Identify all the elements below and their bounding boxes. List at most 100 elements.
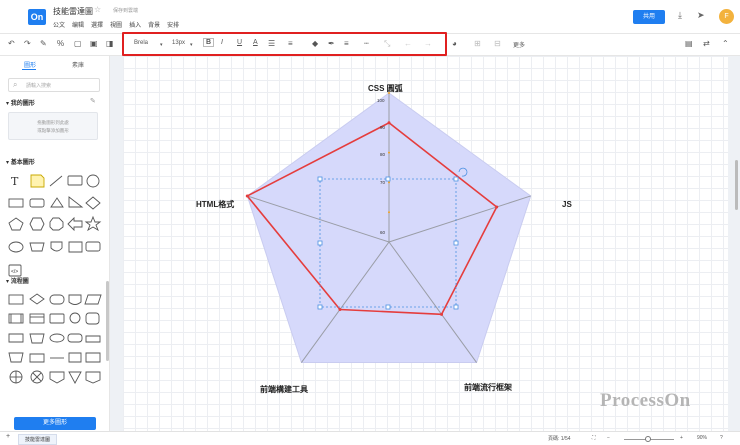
offpage-ref-icon <box>49 371 65 384</box>
rect-shape-icon <box>8 198 24 208</box>
shape-sidebar: 圖形 素庫 ⌕ 請輸入搜索 ▾ 我的圖形 ✎ 拖動圖形到此處 或點擊添加圖形 ▾… <box>0 56 110 431</box>
settings-icon[interactable]: ⇄ <box>703 39 710 48</box>
rounded-rect-shape-icon <box>29 198 45 208</box>
sidebar-scrollbar[interactable] <box>106 281 109 361</box>
menu-item-file[interactable]: 公文 <box>53 20 65 29</box>
card-icon <box>8 333 24 343</box>
download-icon[interactable]: ⤓ <box>678 10 682 21</box>
border-icon[interactable]: ▢ <box>74 39 82 48</box>
selection-handle-4 <box>317 240 323 246</box>
undo-icon[interactable]: ↶ <box>8 39 15 48</box>
axis-label-build-tools: 前端構建工具 <box>260 385 308 394</box>
format-painter-icon[interactable]: ✎ <box>40 39 47 48</box>
tape-icon <box>85 335 101 343</box>
menu-item-background[interactable]: 背景 <box>148 20 160 29</box>
document-icon <box>68 294 82 305</box>
radar-chart[interactable] <box>123 56 728 431</box>
tab-shapes[interactable]: 圖形 <box>24 60 36 69</box>
theme-icon[interactable]: ◕ <box>452 39 457 48</box>
clear-format-icon[interactable]: % <box>57 39 64 48</box>
menu-item-select[interactable]: 選擇 <box>91 20 103 29</box>
section-my-shapes[interactable]: ▾ 我的圖形 <box>6 98 35 107</box>
flowchart-shapes-grid[interactable] <box>6 292 104 386</box>
axis-label-html: HTML格式 <box>196 200 235 209</box>
zoom-out-icon[interactable]: − <box>607 435 610 441</box>
tab-library[interactable]: 素庫 <box>72 60 84 69</box>
star-icon[interactable]: ☆ <box>94 5 101 14</box>
radar-point-1 <box>495 205 499 209</box>
selection-handle-5 <box>453 240 459 246</box>
dropzone-hint-2: 或點擊添加圖形 <box>37 128 69 133</box>
basic-shapes-grid[interactable]: T </> <box>6 172 104 286</box>
selection-handle-2 <box>317 304 323 310</box>
menu-item-insert[interactable]: 插入 <box>129 20 141 29</box>
trapezoid-icon <box>8 352 24 363</box>
section-flowchart[interactable]: ▾ 流程圖 <box>6 276 29 285</box>
process-shape-icon <box>85 241 101 252</box>
section-basic-shapes[interactable]: ▾ 基本圖形 <box>6 157 35 166</box>
dropzone-hint-1: 拖動圖形到此處 <box>37 120 69 125</box>
page-tab[interactable]: 技能雷達圖 <box>18 434 58 445</box>
drawing-canvas[interactable] <box>123 56 728 431</box>
diamond-shape-icon <box>85 196 101 210</box>
tab-indicator <box>22 69 36 70</box>
more-shapes-button[interactable]: 更多圖形 <box>14 417 96 430</box>
arrow-shape-icon <box>67 216 83 232</box>
shape-search-input[interactable]: ⌕ 請輸入搜索 <box>8 78 100 92</box>
radar-point-3 <box>338 308 342 312</box>
send-icon[interactable]: ➤ <box>697 10 705 21</box>
distribute-icon[interactable]: ⊞ <box>474 39 481 48</box>
share-button[interactable]: 共用 <box>633 10 665 24</box>
edit-icon[interactable]: ✎ <box>90 97 96 105</box>
zoom-slider-handle[interactable] <box>645 436 651 442</box>
my-shapes-dropzone[interactable]: 拖動圖形到此處 或點擊添加圖形 <box>8 112 98 140</box>
fill-icon[interactable]: ◨ <box>106 39 114 48</box>
zoom-level: 90% <box>697 435 708 441</box>
redo-icon[interactable]: ↷ <box>24 39 31 48</box>
processon-logo[interactable]: On <box>28 9 46 25</box>
help-icon[interactable]: ? <box>720 435 723 441</box>
display-icon <box>67 333 83 343</box>
process-icon <box>8 294 24 305</box>
svg-text:</>: </> <box>11 269 18 275</box>
menu-item-view[interactable]: 視圖 <box>110 20 122 29</box>
section-basic-shapes-label: 基本圖形 <box>10 160 35 166</box>
tick-label-90: 90 <box>380 125 386 130</box>
tick-mark-0 <box>388 211 390 214</box>
menu-item-edit[interactable]: 编辑 <box>72 20 84 29</box>
storage-icon <box>85 352 101 363</box>
star-shape-icon <box>84 215 102 232</box>
section-my-shapes-label: 我的圖形 <box>10 101 35 107</box>
manual-op-icon <box>49 313 65 324</box>
pentagon-shape-icon <box>8 217 24 231</box>
image-icon[interactable]: ▣ <box>90 39 98 48</box>
data-icon <box>84 294 102 305</box>
fit-icon[interactable]: ⛶ <box>592 435 596 441</box>
line-shape-icon <box>49 175 63 187</box>
tick-mark-1 <box>388 181 390 184</box>
selection-handle-3 <box>453 304 459 310</box>
hexagon-shape-icon <box>29 217 45 231</box>
selection-handle-1 <box>453 176 459 182</box>
search-placeholder: 請輸入搜索 <box>26 83 52 89</box>
add-page-button[interactable]: + <box>6 433 10 440</box>
zoom-in-icon[interactable]: + <box>680 435 683 441</box>
octagon-shape-icon <box>49 217 64 231</box>
selection-handle-6 <box>385 176 391 182</box>
radar-point-2 <box>440 312 444 316</box>
document-title[interactable]: 技能雷達圖 <box>53 6 93 17</box>
menu-item-arrange[interactable]: 安排 <box>167 20 179 29</box>
group-icon[interactable]: ⊟ <box>494 39 501 48</box>
canvas-scrollbar[interactable] <box>735 160 738 210</box>
page-info: 頁碼: 1/54 <box>548 436 571 442</box>
panel-icon[interactable]: ▤ <box>685 39 693 48</box>
text-shape-icon: T <box>11 175 19 188</box>
tick-label-100: 100 <box>377 98 385 103</box>
collapse-icon[interactable]: ⌃ <box>722 39 729 48</box>
user-avatar[interactable]: F <box>719 9 734 24</box>
ellipse-shape-icon <box>8 241 24 253</box>
more-button[interactable]: 更多 <box>513 40 525 49</box>
triangle-shape-icon <box>50 197 64 208</box>
tick-label-80: 80 <box>380 152 386 157</box>
document-shape-icon <box>50 241 63 252</box>
